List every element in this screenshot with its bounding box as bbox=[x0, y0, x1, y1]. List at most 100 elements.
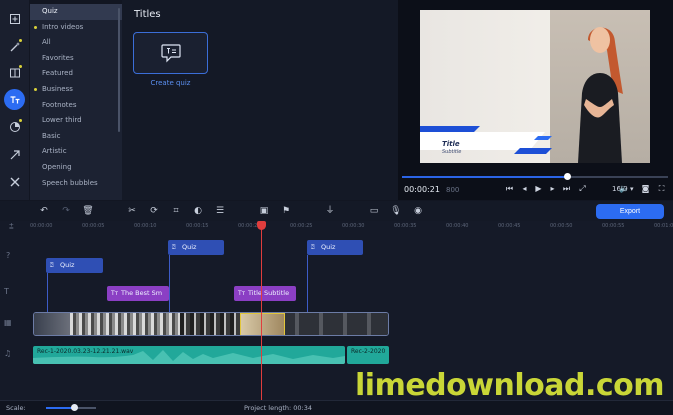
lower-third-subtitle: Subtitle bbox=[442, 149, 462, 155]
magic-wand-icon bbox=[10, 41, 20, 51]
category-list: Quiz Intro videos All Favorites Featured Busi… bbox=[30, 4, 122, 200]
arrow-icon bbox=[10, 149, 20, 159]
playhead-handle[interactable] bbox=[257, 221, 266, 230]
more-tools[interactable] bbox=[4, 171, 25, 192]
ruler-tick: 00:01:00 bbox=[654, 223, 673, 229]
quiz-clip[interactable]: ⍰ Quiz bbox=[46, 258, 103, 273]
text-clip[interactable]: Tт Title Subtitle bbox=[234, 286, 296, 301]
text-clip-label: The Best Sm bbox=[121, 289, 163, 297]
properties-icon[interactable]: ☰ bbox=[214, 205, 226, 217]
category-label: Basic bbox=[42, 131, 61, 140]
seekbar-knob[interactable] bbox=[563, 173, 571, 180]
ruler-tick: 00:00:15 bbox=[186, 223, 209, 229]
video-frame: Title Subtitle bbox=[420, 10, 650, 163]
lower-third-title: Title bbox=[442, 140, 460, 148]
category-item[interactable]: Basic bbox=[30, 129, 122, 145]
create-quiz-card[interactable] bbox=[133, 32, 208, 74]
category-item[interactable]: Intro videos bbox=[30, 20, 122, 36]
video-thumbnail bbox=[70, 313, 180, 335]
category-scrollbar[interactable] bbox=[118, 8, 120, 132]
ruler-tick: 00:00:00 bbox=[30, 223, 53, 229]
ruler-tick: 00:00:40 bbox=[446, 223, 469, 229]
quiz-clip[interactable]: ⍰ Quiz bbox=[168, 240, 224, 255]
scale-label: Scale: bbox=[6, 404, 26, 412]
quiz-clip-icon: ⍰ bbox=[50, 262, 54, 269]
quiz-clip-label: Quiz bbox=[321, 243, 336, 251]
text-clip[interactable]: Tт The Best Sm bbox=[107, 286, 169, 301]
timecode: 00:00:21 bbox=[404, 185, 440, 194]
ruler-tick: 00:00:45 bbox=[498, 223, 521, 229]
playhead[interactable] bbox=[261, 222, 262, 400]
create-quiz-label[interactable]: Create quiz bbox=[133, 79, 208, 87]
audio-clip[interactable]: Rec-2-2020 bbox=[347, 346, 389, 364]
add-track-icon[interactable]: ⩲ bbox=[9, 222, 19, 232]
skip-start-icon[interactable]: ⏮ bbox=[505, 184, 514, 193]
transitions-tool[interactable] bbox=[4, 62, 25, 83]
new-dot bbox=[19, 119, 22, 122]
cut-icon[interactable]: ✂ bbox=[126, 205, 138, 217]
audio-clip-label: Rec-1-2020.03.23-12.21.21.wav bbox=[37, 348, 134, 355]
category-item[interactable]: Quiz bbox=[30, 4, 122, 20]
quiz-track-icon: ? bbox=[6, 251, 11, 260]
fullscreen-icon[interactable]: ⛶ bbox=[657, 184, 666, 193]
rotate-icon[interactable]: ⟳ bbox=[148, 205, 160, 217]
video-thumbnail bbox=[34, 313, 70, 335]
ruler-tick: 00:00:35 bbox=[394, 223, 417, 229]
new-dot bbox=[34, 25, 37, 29]
play-icon[interactable]: ▶ bbox=[534, 184, 543, 193]
expand-icon[interactable]: ⤢ bbox=[578, 184, 587, 193]
audio-clip[interactable]: Rec-1-2020.03.23-12.21.21.wav bbox=[33, 346, 345, 364]
redo-icon[interactable]: ↷ bbox=[60, 205, 72, 217]
delete-icon[interactable]: 🗑 bbox=[82, 205, 94, 217]
crop-icon[interactable]: ⌗ bbox=[170, 205, 182, 217]
video-clip[interactable] bbox=[33, 312, 389, 336]
category-item[interactable]: Business bbox=[30, 82, 122, 98]
skip-end-icon[interactable]: ⏭ bbox=[562, 184, 571, 193]
category-item[interactable]: Speech bubbles bbox=[30, 176, 122, 192]
scale-slider-fill[interactable] bbox=[46, 407, 74, 409]
frame-forward-icon[interactable]: ▸ bbox=[548, 184, 557, 193]
category-item[interactable]: Artistic bbox=[30, 144, 122, 160]
category-label: Favorites bbox=[42, 53, 74, 62]
seekbar-track[interactable] bbox=[566, 176, 668, 178]
stabilize-icon[interactable]: ⏚ bbox=[324, 205, 336, 217]
callouts-tool[interactable] bbox=[4, 144, 25, 165]
timecode-ms: 800 bbox=[446, 186, 460, 194]
microphone-icon[interactable]: 🎙 bbox=[390, 205, 402, 217]
stickers-tool[interactable] bbox=[4, 116, 25, 137]
text-clip-icon: Tт bbox=[111, 290, 119, 297]
overlay-icon[interactable]: ▣ bbox=[258, 205, 270, 217]
video-thumbnail bbox=[285, 313, 388, 335]
ruler-tick: 00:00:30 bbox=[342, 223, 365, 229]
frame-back-icon[interactable]: ◂ bbox=[520, 184, 529, 193]
monitor-icon[interactable]: ▭ bbox=[368, 205, 380, 217]
webcam-icon[interactable]: ◉ bbox=[412, 205, 424, 217]
export-button[interactable]: Export bbox=[596, 204, 664, 219]
category-item[interactable]: Favorites bbox=[30, 51, 122, 67]
import-tool[interactable] bbox=[4, 8, 25, 29]
effects-tool[interactable] bbox=[4, 36, 25, 57]
category-item[interactable]: Footnotes bbox=[30, 98, 122, 114]
camera-icon[interactable]: ◙ bbox=[641, 184, 650, 193]
marker-flag-icon[interactable]: ⚑ bbox=[280, 205, 292, 217]
category-label: Business bbox=[42, 84, 73, 93]
category-item[interactable]: Featured bbox=[30, 66, 122, 82]
scale-slider-knob[interactable] bbox=[70, 404, 78, 411]
audio-clip-label: Rec-2-2020 bbox=[351, 348, 386, 355]
audio-track-icon: ♫ bbox=[4, 349, 12, 358]
color-adjust-icon[interactable]: ◐ bbox=[192, 205, 204, 217]
timeline-ruler[interactable]: 00:00:00 00:00:05 00:00:10 00:00:15 00:00:20… bbox=[30, 221, 673, 233]
undo-icon[interactable]: ↶ bbox=[38, 205, 50, 217]
volume-icon[interactable]: 🔈 bbox=[619, 184, 629, 193]
text-clip-icon: Tт bbox=[238, 290, 246, 297]
category-label: Featured bbox=[42, 69, 73, 78]
category-label: Lower third bbox=[42, 116, 82, 125]
seekbar-progress[interactable] bbox=[402, 176, 567, 178]
category-item[interactable]: All bbox=[30, 35, 122, 51]
category-item[interactable]: Opening bbox=[30, 160, 122, 176]
quiz-clip[interactable]: ⍰ Quiz bbox=[307, 240, 363, 255]
titles-tool[interactable] bbox=[4, 89, 25, 110]
category-item[interactable]: Lower third bbox=[30, 113, 122, 129]
ruler-tick: 00:00:25 bbox=[290, 223, 313, 229]
ruler-tick: 00:00:50 bbox=[550, 223, 573, 229]
